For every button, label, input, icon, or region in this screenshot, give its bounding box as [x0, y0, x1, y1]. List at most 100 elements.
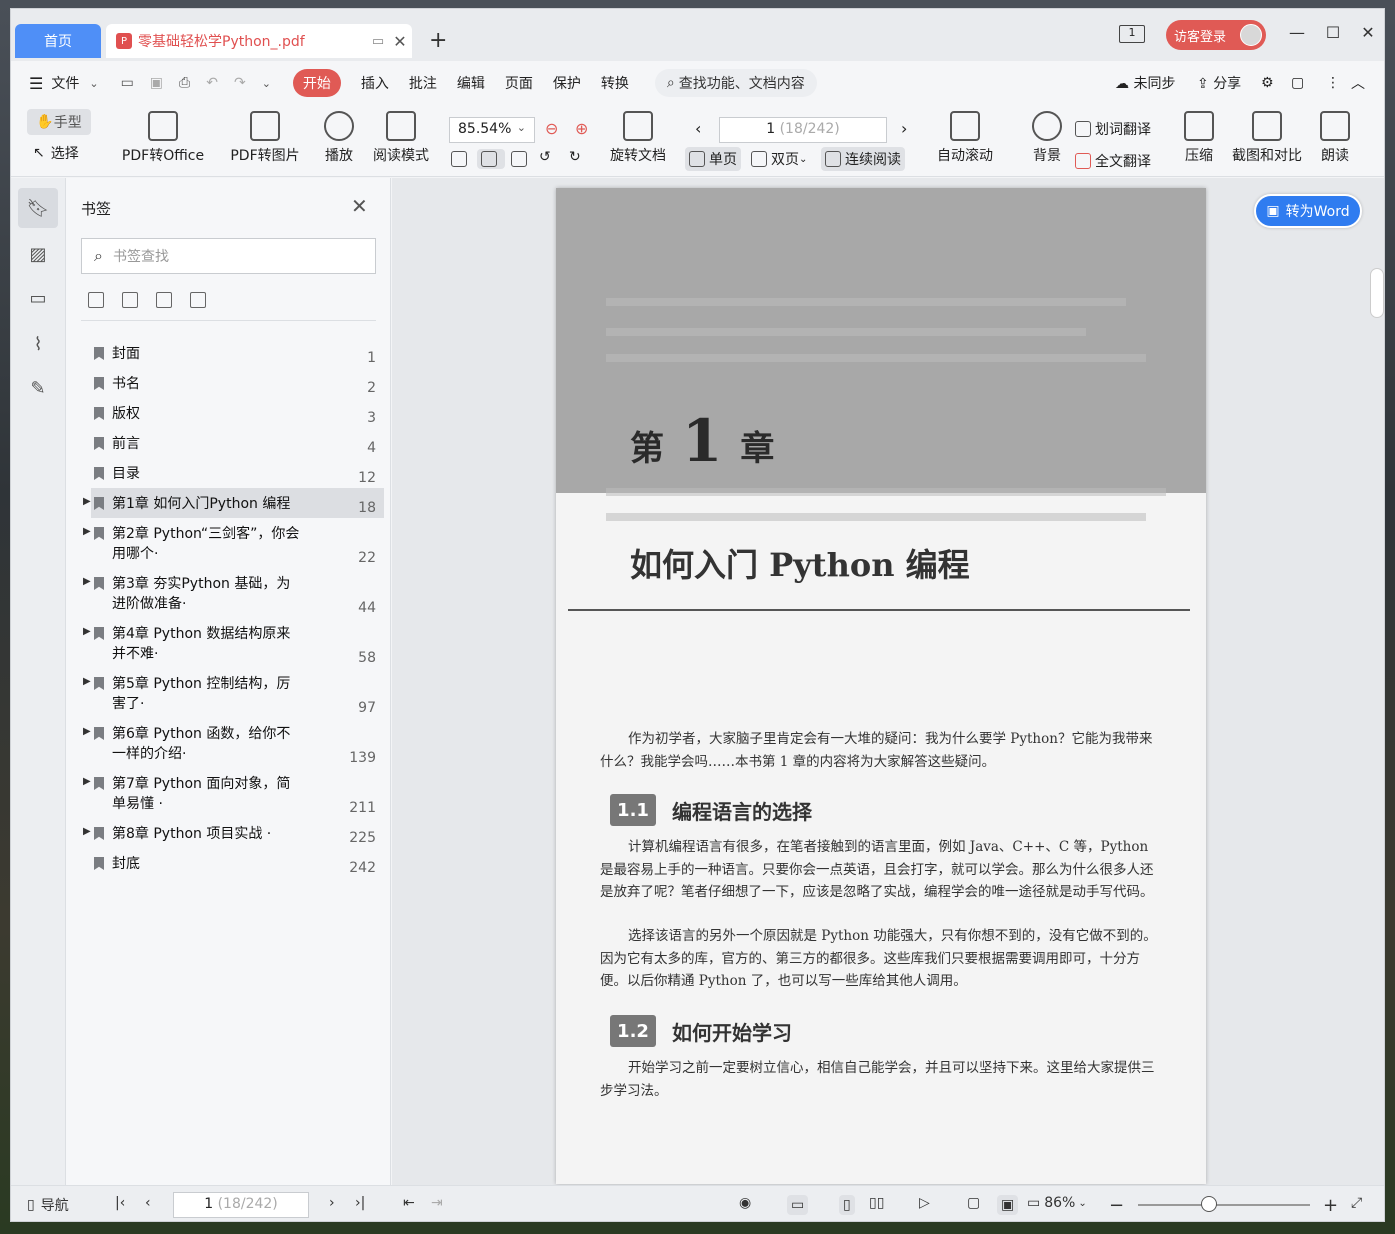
word-translate-button[interactable]: 划词翻译	[1075, 119, 1151, 139]
continuous-read-button[interactable]: 连续阅读	[821, 147, 905, 171]
bookmark-item[interactable]: 目录 12	[66, 458, 391, 488]
expand-arrow-icon[interactable]: ▶	[83, 676, 91, 687]
more-icon[interactable]: ⋮	[1326, 75, 1340, 91]
fit-page-icon[interactable]: ▣	[997, 1195, 1019, 1215]
single-page-button[interactable]: 单页	[685, 147, 741, 171]
bookmark-item[interactable]: 前言 4	[66, 428, 391, 458]
bookmark-row[interactable]: ▶ 第1章 如何入门Python 编程 18	[83, 488, 384, 518]
guest-login-button[interactable]: 访客登录	[1166, 20, 1266, 50]
next-page-icon[interactable]: ›	[329, 1195, 335, 1211]
prev-page-icon[interactable]: ‹	[145, 1195, 151, 1211]
attachment-panel-icon[interactable]: ⌇	[18, 324, 58, 364]
settings-icon[interactable]: ⚙	[1261, 75, 1274, 91]
hand-tool-button[interactable]: ✋ 手型	[27, 109, 91, 135]
bookmark-row[interactable]: ▶ 第3章 夯实Python 基础，为进阶做准备· 44	[83, 568, 384, 618]
screenshot-compare-button[interactable]: 截图和对比	[1227, 111, 1307, 165]
document-viewport[interactable]: 第 1 章 如何入门 Python 编程 作为初学者，大家脑子里肯定会有一大堆的…	[392, 178, 1384, 1185]
background-button[interactable]: 背景	[1027, 111, 1067, 165]
bookmark-item[interactable]: 封面 1	[66, 338, 391, 368]
more-chevron-icon[interactable]: ⌄	[262, 77, 271, 90]
next-page-icon[interactable]: ›	[901, 119, 907, 138]
bookmark-row[interactable]: ▶ 第5章 Python 控制结构，厉害了· 97	[83, 668, 384, 718]
save-icon[interactable]: ▣	[150, 75, 163, 91]
open-folder-icon[interactable]: ▭	[121, 75, 134, 91]
bookmark-item[interactable]: ▶ 第2章 Python“三剑客”，你会用哪个· 22	[66, 518, 391, 568]
navigation-toggle[interactable]: ▯ 导航	[27, 1195, 69, 1215]
new-tab-button[interactable]: +	[429, 28, 447, 53]
menu-tab-edit[interactable]: 编辑	[457, 73, 485, 93]
bookmark-row[interactable]: 封面 1	[91, 338, 384, 368]
menu-hamburger-icon[interactable]: ☰	[29, 74, 43, 93]
expand-arrow-icon[interactable]: ▶	[83, 726, 91, 737]
full-translate-button[interactable]: 全文翻译	[1075, 151, 1151, 171]
bookmark-panel-icon[interactable]: 🔖︎	[18, 188, 58, 228]
compress-button[interactable]: 压缩	[1179, 111, 1219, 165]
feature-search[interactable]: ⌕ 查找功能、文档内容	[654, 69, 817, 97]
back-icon[interactable]: ⇤	[403, 1195, 415, 1211]
undo-icon[interactable]: ↶	[206, 75, 218, 91]
rotate-document-button[interactable]: 旋转文档	[603, 111, 673, 165]
forward-icon[interactable]: ⇥	[431, 1195, 443, 1211]
bookmark-row[interactable]: 封底 242	[91, 848, 384, 878]
sync-status[interactable]: ☁ 未同步	[1115, 73, 1175, 93]
zoom-select[interactable]: 85.54% ⌄	[449, 117, 535, 143]
expand-arrow-icon[interactable]: ▶	[83, 576, 91, 587]
zoom-select[interactable]: ▭ 86% ⌄	[1027, 1195, 1087, 1211]
pdf-to-office-button[interactable]: PDF转Office	[115, 111, 211, 165]
read-aloud-button[interactable]: 朗读	[1315, 111, 1355, 165]
double-page-mode-icon[interactable]: ▯▯	[869, 1195, 884, 1211]
collapse-all-icon[interactable]	[122, 292, 138, 308]
expand-arrow-icon[interactable]: ▶	[83, 826, 91, 837]
bookmark-item[interactable]: ▶ 第7章 Python 面向对象，简单易懂 · 211	[66, 768, 391, 818]
fit-width-icon[interactable]	[511, 151, 531, 167]
bookmark-row[interactable]: 前言 4	[91, 428, 384, 458]
zoom-out-icon[interactable]: −	[1109, 1195, 1124, 1216]
pin-icon[interactable]: ▭	[368, 34, 388, 49]
close-window-icon[interactable]: ✕	[1356, 23, 1380, 42]
collapse-ribbon-icon[interactable]: ︿	[1351, 73, 1365, 93]
continuous-mode-icon[interactable]: ▭	[787, 1195, 809, 1215]
delete-bookmark-icon[interactable]	[190, 292, 206, 308]
zoom-slider-track[interactable]	[1138, 1204, 1310, 1206]
bookmark-item[interactable]: ▶ 第5章 Python 控制结构，厉害了· 97	[66, 668, 391, 718]
fullscreen-icon[interactable]: ⤢	[1351, 1195, 1362, 1211]
thumbnail-panel-icon[interactable]: ▨	[18, 234, 58, 274]
chevron-down-icon[interactable]: ⌄	[89, 77, 98, 90]
expand-arrow-icon[interactable]: ▶	[83, 526, 91, 537]
comment-panel-icon[interactable]: ▭	[18, 278, 58, 318]
menu-tab-protect[interactable]: 保护	[553, 73, 581, 93]
print-icon[interactable]: ⎙	[179, 75, 190, 91]
bookmark-row[interactable]: 书名 2	[91, 368, 384, 398]
bookmark-search-input[interactable]: ⌕ 书签查找	[81, 238, 376, 274]
eye-protection-icon[interactable]: ◉	[739, 1195, 751, 1211]
bookmark-item[interactable]: ▶ 第4章 Python 数据结构原来并不难· 58	[66, 618, 391, 668]
tab-home[interactable]: 首页	[15, 24, 101, 58]
last-page-icon[interactable]: ›|	[355, 1195, 365, 1211]
zoom-in-icon[interactable]: ⊕	[575, 119, 588, 138]
expand-arrow-icon[interactable]: ▶	[83, 496, 91, 507]
bookmark-item[interactable]: 封底 242	[66, 848, 391, 878]
vertical-scrollbar[interactable]	[1370, 268, 1384, 318]
bookmark-row[interactable]: ▶ 第7章 Python 面向对象，简单易懂 · 211	[83, 768, 384, 818]
menu-tab-page[interactable]: 页面	[505, 73, 533, 93]
play-button[interactable]: 播放	[319, 111, 359, 165]
close-tab-icon[interactable]: ✕	[388, 32, 412, 51]
double-page-button[interactable]: 双页 ⌄	[751, 149, 807, 169]
bookmark-row[interactable]: ▶ 第8章 Python 项目实战 · 225	[83, 818, 384, 848]
zoom-slider-handle[interactable]	[1201, 1196, 1217, 1212]
read-mode-button[interactable]: 阅读模式	[369, 111, 433, 165]
zoom-in-icon[interactable]: +	[1323, 1195, 1338, 1216]
zoom-out-icon[interactable]: ⊖	[545, 119, 558, 138]
bookmark-row[interactable]: 版权 3	[91, 398, 384, 428]
bookmark-item[interactable]: ▶ 第1章 如何入门Python 编程 18	[66, 488, 391, 518]
menu-tab-start[interactable]: 开始	[292, 69, 341, 97]
convert-to-word-button[interactable]: ▣ 转为Word	[1254, 194, 1362, 228]
window-layout-icon[interactable]: 1	[1119, 25, 1145, 43]
add-bookmark-icon[interactable]	[156, 292, 172, 308]
expand-arrow-icon[interactable]: ▶	[83, 776, 91, 787]
actual-size-icon[interactable]	[451, 151, 471, 167]
menu-tab-annotate[interactable]: 批注	[409, 73, 437, 93]
minimize-icon[interactable]: —	[1285, 23, 1309, 42]
prev-page-icon[interactable]: ‹	[695, 119, 701, 138]
select-tool-button[interactable]: ↖ 选择	[33, 143, 79, 163]
